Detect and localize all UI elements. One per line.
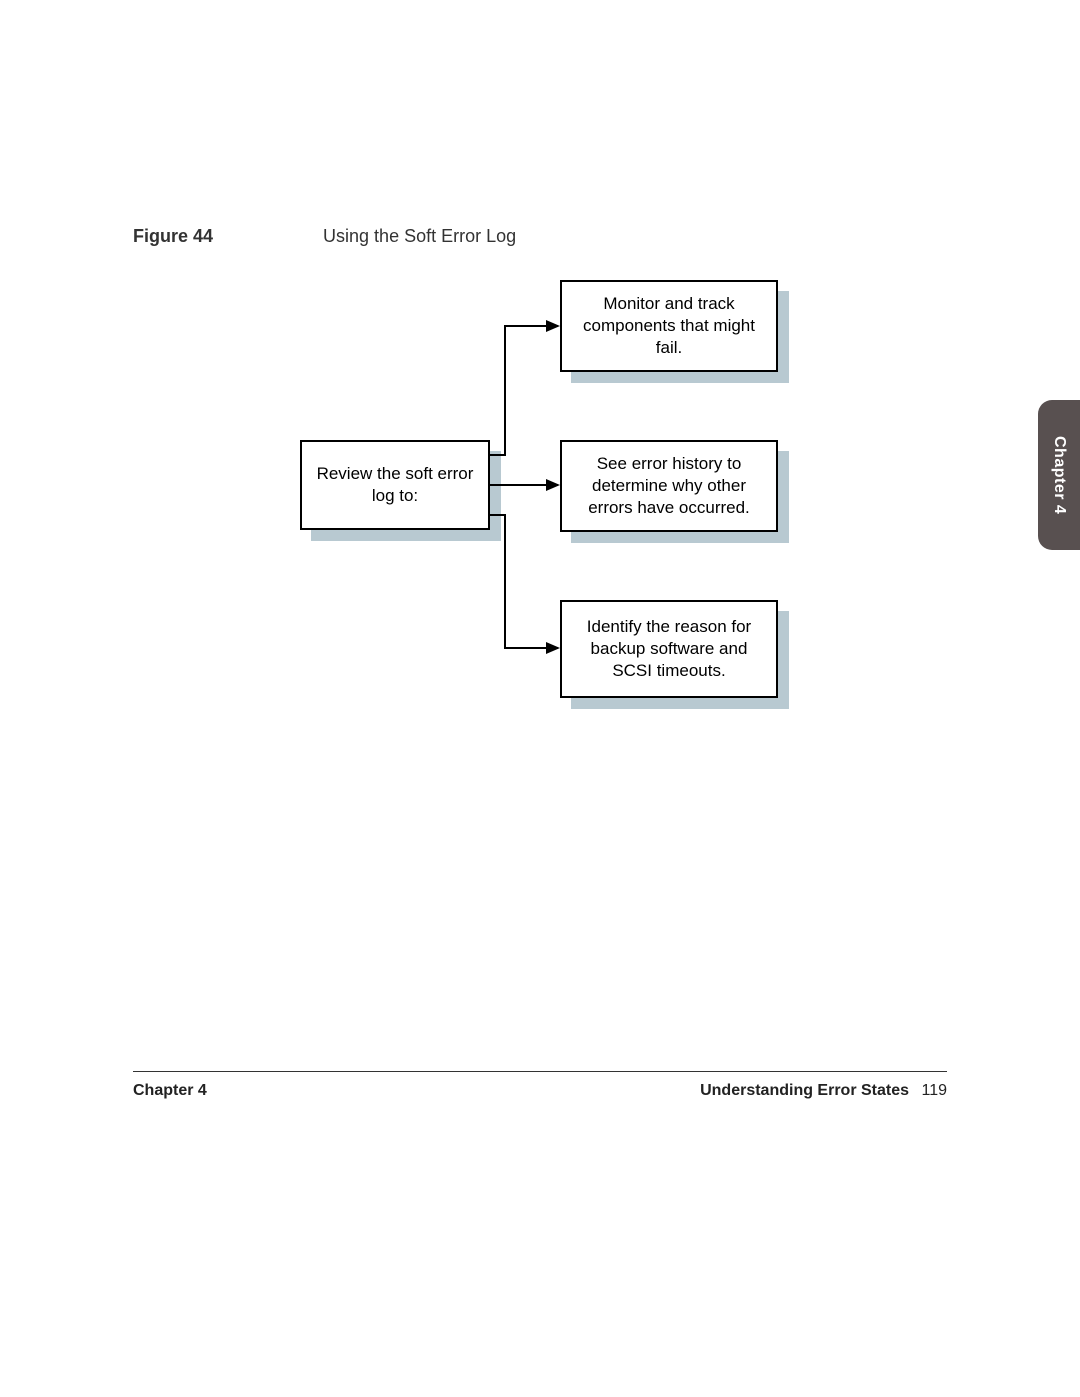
- footer-page-number: 119: [921, 1082, 947, 1099]
- diagram-box-text: Identify the reason for backup software …: [574, 616, 764, 682]
- diagram: Monitor and track components that might …: [300, 260, 860, 770]
- figure-header: Figure 44 Using the Soft Error Log: [133, 226, 516, 247]
- diagram-box-text: Monitor and track components that might …: [574, 293, 764, 359]
- diagram-box-target-1: Monitor and track components that might …: [560, 280, 778, 372]
- footer-title-page: Understanding Error States 119: [700, 1082, 947, 1100]
- figure-label: Figure 44: [133, 226, 213, 247]
- diagram-box-source: Review the soft error log to:: [300, 440, 490, 530]
- footer-title: Understanding Error States: [700, 1082, 909, 1099]
- side-tab-text: Chapter 4: [1050, 436, 1068, 514]
- diagram-box-text: See error history to determine why other…: [574, 453, 764, 519]
- diagram-box-target-3: Identify the reason for backup software …: [560, 600, 778, 698]
- page-footer: Chapter 4 Understanding Error States 119: [133, 1071, 947, 1100]
- figure-caption: Using the Soft Error Log: [323, 226, 516, 247]
- chapter-side-tab: Chapter 4: [1038, 400, 1080, 550]
- diagram-box-text: Review the soft error log to:: [314, 463, 476, 507]
- footer-chapter: Chapter 4: [133, 1082, 207, 1100]
- diagram-box-target-2: See error history to determine why other…: [560, 440, 778, 532]
